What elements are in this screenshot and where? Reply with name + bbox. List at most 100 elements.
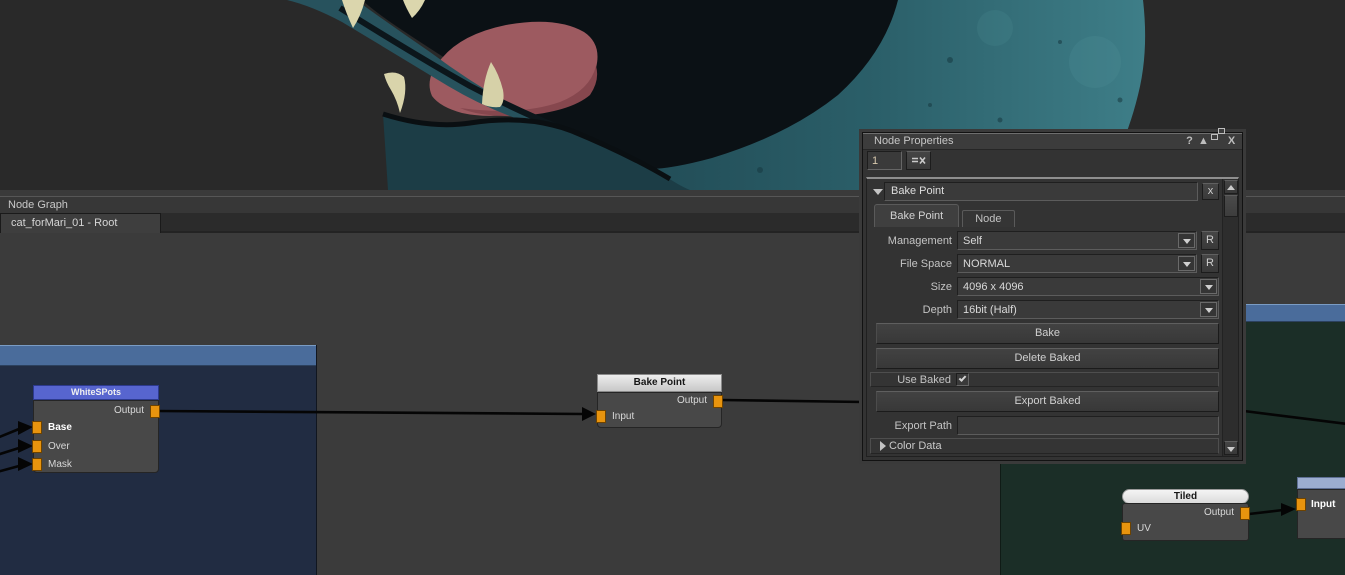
depth-dropdown[interactable]: 16bit (Half) [957,300,1219,319]
dropdown-value: NORMAL [958,258,1177,270]
node-body[interactable]: Output UV [1122,503,1249,541]
chevron-down-icon [1183,239,1191,244]
pin-properties-button[interactable] [906,151,931,170]
reset-button[interactable]: R [1201,254,1219,273]
file-space-label: File Space [870,258,952,270]
over-port[interactable] [32,440,42,453]
scroll-down-button[interactable] [1224,441,1238,455]
management-row: Management Self R [870,231,1219,250]
port-label: Input [1311,499,1335,510]
node-title[interactable]: WhiteSPots [33,385,159,400]
chevron-down-icon [1205,285,1213,290]
port-label: Base [48,422,72,433]
input-port[interactable] [1296,498,1306,511]
shade-button[interactable]: ▲ [1197,134,1210,148]
tab-bake-point[interactable]: Bake Point [874,204,959,227]
dropdown-value: 16bit (Half) [958,304,1199,316]
port-label: UV [1137,523,1151,534]
node-right-edge[interactable]: Input [1297,477,1345,539]
node-bake-point[interactable]: Bake Point Output Input [597,374,722,428]
dropdown-arrow-button[interactable] [1200,302,1217,317]
close-button[interactable]: X [1225,134,1238,148]
size-dropdown[interactable]: 4096 x 4096 [957,277,1219,296]
node-body[interactable]: Output Base Over Mask [33,400,159,473]
node-body[interactable]: Output Input [597,392,722,428]
collapse-button[interactable] [870,183,884,200]
section-header-bake-point: Bake Point x [870,182,1219,201]
node-title[interactable]: Bake Point [597,374,722,392]
tab-bar: Bake Point Node [870,204,1219,227]
export-baked-button[interactable]: Export Baked [876,391,1219,412]
size-label: Size [870,281,952,293]
panel-scrollbar [1222,179,1238,456]
bake-button[interactable]: Bake [876,323,1219,344]
node-header[interactable] [1297,477,1345,489]
export-path-label: Export Path [870,420,952,432]
port-label: Output [114,405,144,416]
color-data-expander[interactable]: Color Data [870,438,1219,454]
check-icon [959,374,967,382]
export-path-row: Export Path [870,416,1219,435]
node-whitespots[interactable]: WhiteSPots Output Base Over Mask [33,385,159,473]
panel-title: Node Properties [874,135,954,147]
delete-baked-button[interactable]: Delete Baked [876,348,1219,369]
management-label: Management [870,235,952,247]
chevron-down-icon [1205,308,1213,313]
fang-icon [384,73,405,113]
window-buttons: ? ▲ X [1183,134,1238,149]
use-baked-label: Use Baked [871,374,951,386]
size-row: Size 4096 x 4096 [870,277,1219,296]
scroll-up-button[interactable] [1224,180,1238,194]
use-baked-checkbox[interactable] [956,373,969,386]
reset-button[interactable]: R [1201,231,1219,250]
node-body[interactable]: Input [1297,489,1345,539]
output-port[interactable] [150,405,160,418]
backdrop-header[interactable] [0,345,316,366]
input-port[interactable] [596,410,606,423]
help-button[interactable]: ? [1183,134,1196,148]
node-tiled[interactable]: Tiled Output UV [1122,489,1249,541]
scrollbar-thumb[interactable] [1224,195,1238,217]
tab-cat-formari-root[interactable]: cat_forMari_01 - Root [0,213,161,233]
float-button[interactable] [1211,134,1224,148]
skin-highlight [1069,36,1121,88]
port-label: Input [612,411,634,422]
section-close-button[interactable]: x [1202,183,1219,200]
base-port[interactable] [32,421,42,434]
port-label: Mask [48,459,72,470]
port-label: Over [48,441,70,452]
wire-bakepoint-output [722,400,864,402]
file-space-dropdown[interactable]: NORMAL [957,254,1197,273]
triangle-right-icon [880,441,886,451]
tab-node[interactable]: Node [962,210,1014,227]
export-path-input[interactable] [957,416,1219,435]
management-dropdown[interactable]: Self [957,231,1197,250]
pin-icon [911,155,927,166]
uv-port[interactable] [1121,522,1131,535]
dropdown-value: Self [958,235,1177,247]
node-properties-panel: Node Properties ? ▲ X Bake Point x [862,132,1243,461]
port-label: Output [1204,507,1234,518]
panel-content-frame: Bake Point x Bake Point Node Management … [866,177,1239,457]
section-title: Bake Point [884,182,1198,201]
triangle-down-icon [873,189,883,195]
chevron-down-icon [1183,262,1191,267]
triangle-down-icon [1227,447,1235,452]
node-title[interactable]: Tiled [1122,489,1249,504]
selection-count-input[interactable] [867,151,902,170]
expand-button[interactable] [875,439,889,453]
color-data-label: Color Data [889,440,942,452]
output-port[interactable] [713,395,723,408]
depth-label: Depth [870,304,952,316]
dropdown-arrow-button[interactable] [1200,279,1217,294]
dropdown-arrow-button[interactable] [1178,256,1195,271]
mari-application-window: Node Graph cat_forMari_01 - Root [0,0,1345,575]
dropdown-value: 4096 x 4096 [958,281,1199,293]
dropdown-arrow-button[interactable] [1178,233,1195,248]
file-space-row: File Space NORMAL R [870,254,1219,273]
mask-port[interactable] [32,458,42,471]
use-baked-row: Use Baked [870,372,1219,387]
triangle-up-icon [1227,185,1235,190]
depth-row: Depth 16bit (Half) [870,300,1219,319]
output-port[interactable] [1240,507,1250,520]
